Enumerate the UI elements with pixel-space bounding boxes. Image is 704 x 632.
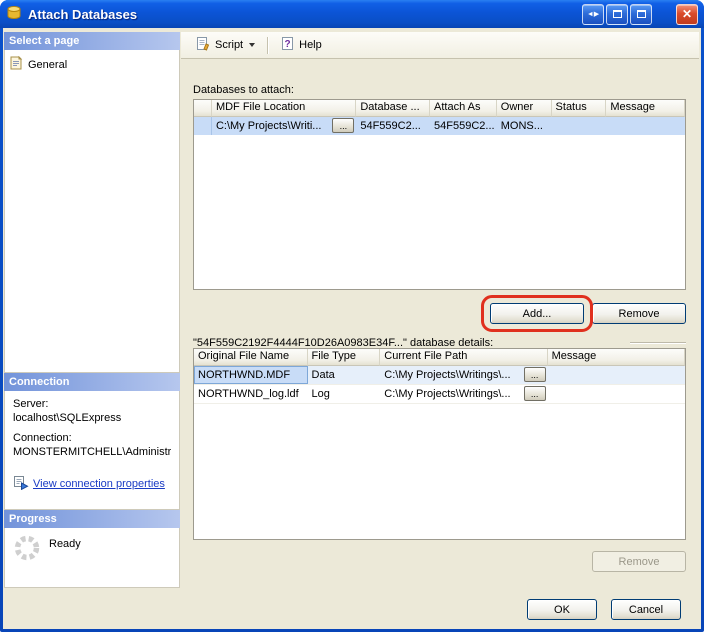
browse-button[interactable]: ... — [332, 118, 354, 133]
toolbar-separator — [267, 37, 268, 54]
column-header-mdf: MDF File Location — [212, 100, 356, 117]
sidebar-item-general[interactable]: General — [5, 50, 179, 79]
row-selector-header — [194, 100, 212, 117]
column-header-current-file-path: Current File Path — [380, 349, 547, 366]
svg-text:?: ? — [285, 39, 291, 50]
attach-as-cell[interactable]: 54F559C2... — [430, 117, 497, 135]
row-selector-cell[interactable] — [194, 117, 212, 135]
connection-properties-icon — [13, 474, 29, 493]
file-type-cell[interactable]: Data — [308, 366, 381, 384]
nav-arrows-button[interactable]: ◄▶ — [582, 4, 604, 25]
connection-panel: Server: localhost\SQLExpress Connection:… — [4, 391, 180, 510]
script-icon — [196, 36, 211, 54]
connection-value: MONSTERMITCHELL\Administra — [13, 446, 171, 458]
titlebar-buttons: ◄▶ ✕ — [582, 4, 698, 25]
attach-databases-dialog: Attach Databases ◄▶ ✕ Select a page — [0, 0, 704, 632]
file-name-cell[interactable]: NORTHWND.MDF — [194, 366, 308, 384]
group-divider — [630, 342, 686, 344]
attach-database-icon — [6, 5, 22, 24]
select-page-panel: General — [4, 50, 180, 373]
message-cell[interactable] — [606, 117, 685, 135]
help-button-label: Help — [299, 39, 322, 51]
help-icon: ? — [280, 36, 295, 54]
column-header-attach-as: Attach As — [430, 100, 497, 117]
table-row[interactable]: NORTHWND_log.ldf Log C:\My Projects\Writ… — [194, 385, 685, 404]
column-header-owner: Owner — [497, 100, 552, 117]
file-type-cell[interactable]: Log — [308, 385, 381, 403]
table-row[interactable]: C:\My Projects\Writi... ... 54F559C2... … — [194, 117, 685, 135]
help-button[interactable]: ? Help — [273, 32, 329, 58]
progress-panel: Ready — [4, 528, 180, 588]
column-header-status: Status — [552, 100, 607, 117]
databases-to-attach-label: Databases to attach: — [193, 84, 294, 96]
page-icon — [9, 56, 23, 73]
owner-cell[interactable]: MONS... — [497, 117, 552, 135]
window-title: Attach Databases — [28, 7, 137, 22]
database-details-table: Original File Name File Type Current Fil… — [193, 348, 686, 540]
titlebar: Attach Databases ◄▶ ✕ — [0, 0, 704, 28]
window-button-1[interactable] — [606, 4, 628, 25]
window-icon — [637, 10, 646, 18]
progress-spinner-icon — [13, 534, 41, 565]
remove-button[interactable]: Remove — [592, 303, 686, 324]
server-label: Server: — [13, 398, 171, 410]
column-header-original-file-name: Original File Name — [194, 349, 308, 366]
file-path-value: C:\My Projects\Writings\... — [384, 369, 510, 381]
column-header-file-type: File Type — [308, 349, 381, 366]
connection-header: Connection — [4, 373, 180, 391]
databases-table: MDF File Location Database ... Attach As… — [193, 99, 686, 290]
browse-button[interactable]: ... — [524, 367, 546, 382]
script-button-label: Script — [215, 39, 243, 51]
column-header-message: Message — [548, 349, 685, 366]
file-path-value: C:\My Projects\Writings\... — [384, 388, 510, 400]
close-button[interactable]: ✕ — [676, 4, 698, 25]
message-cell[interactable] — [548, 366, 685, 384]
script-button[interactable]: Script — [189, 32, 262, 58]
add-button[interactable]: Add... — [490, 303, 584, 324]
select-page-header: Select a page — [4, 32, 180, 50]
details-table-header: Original File Name File Type Current Fil… — [194, 349, 685, 366]
mdf-location-value: C:\My Projects\Writi... — [216, 120, 322, 132]
sidebar-item-label: General — [28, 59, 67, 71]
details-remove-button[interactable]: Remove — [592, 551, 686, 572]
file-path-cell[interactable]: C:\My Projects\Writings\... ... — [380, 385, 547, 403]
progress-header: Progress — [4, 510, 180, 528]
mdf-location-cell[interactable]: C:\My Projects\Writi... ... — [212, 117, 356, 135]
browse-button[interactable]: ... — [524, 386, 546, 401]
sidebar: Select a page General Connection — [4, 32, 180, 588]
view-connection-properties-link[interactable]: View connection properties — [33, 478, 165, 490]
column-header-database: Database ... — [356, 100, 430, 117]
databases-table-header: MDF File Location Database ... Attach As… — [194, 100, 685, 117]
progress-status: Ready — [49, 538, 81, 550]
database-cell[interactable]: 54F559C2... — [356, 117, 430, 135]
toolbar: Script ? Help — [181, 32, 699, 59]
window-button-2[interactable] — [630, 4, 652, 25]
file-path-cell[interactable]: C:\My Projects\Writings\... ... — [380, 366, 547, 384]
server-value: localhost\SQLExpress — [13, 412, 171, 424]
status-cell[interactable] — [552, 117, 607, 135]
window-icon — [613, 10, 622, 18]
chevron-down-icon — [249, 43, 255, 47]
cancel-button[interactable]: Cancel — [611, 599, 681, 620]
file-name-cell[interactable]: NORTHWND_log.ldf — [194, 385, 308, 403]
connection-label: Connection: — [13, 432, 171, 444]
table-row[interactable]: NORTHWND.MDF Data C:\My Projects\Writing… — [194, 366, 685, 385]
column-header-message: Message — [606, 100, 685, 117]
dialog-client-area: Select a page General Connection — [3, 28, 701, 629]
ok-button[interactable]: OK — [527, 599, 597, 620]
message-cell[interactable] — [548, 385, 685, 403]
main-area: Script ? Help Databases to attach: — [181, 32, 699, 627]
